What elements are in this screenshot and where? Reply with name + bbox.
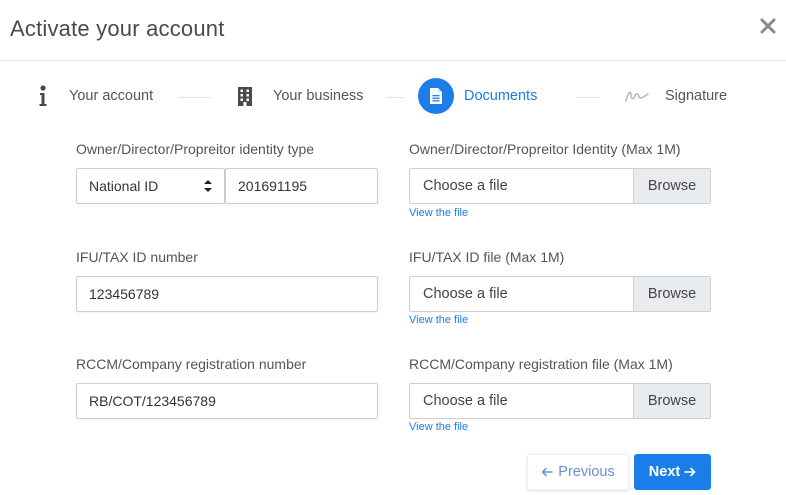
step-connector [386, 97, 404, 98]
step-your-account[interactable]: Your account [34, 78, 153, 114]
previous-button[interactable]: Previous [527, 454, 629, 490]
browse-button[interactable]: Browse [633, 169, 710, 203]
next-button[interactable]: Next [634, 454, 711, 490]
tax-number-input[interactable] [76, 276, 378, 312]
step-connector [576, 97, 600, 98]
identity-file-input[interactable]: Choose a file Browse [409, 168, 711, 204]
identity-number-input[interactable] [225, 168, 378, 204]
step-label: Documents [464, 88, 538, 104]
file-placeholder: Choose a file [423, 178, 508, 194]
view-rccm-file-link[interactable]: View the file [409, 421, 468, 433]
next-label: Next [648, 464, 681, 480]
browse-button[interactable]: Browse [633, 384, 710, 418]
header-divider [0, 60, 786, 61]
building-icon [236, 86, 254, 106]
step-label: Your business [273, 88, 364, 104]
arrow-left-icon [541, 467, 554, 477]
step-label: Your account [69, 88, 154, 104]
file-placeholder: Choose a file [423, 286, 508, 302]
rccm-file-input[interactable]: Choose a file Browse [409, 383, 711, 419]
rccm-file-label: RCCM/Company registration file (Max 1M) [409, 356, 673, 372]
file-placeholder: Choose a file [423, 393, 508, 409]
step-label: Signature [665, 88, 728, 104]
tax-number-label: IFU/TAX ID number [76, 249, 198, 265]
select-caret-icon [204, 179, 212, 196]
identity-type-select[interactable]: National ID [76, 168, 225, 204]
identity-type-selected: National ID [89, 178, 159, 194]
document-icon [430, 88, 442, 104]
arrow-right-icon [684, 467, 696, 477]
browse-button[interactable]: Browse [633, 277, 710, 311]
rccm-number-input[interactable] [76, 383, 378, 419]
step-your-business[interactable]: Your business [236, 78, 364, 114]
previous-label: Previous [558, 464, 615, 480]
step-signature[interactable]: Signature [624, 78, 727, 114]
tax-file-label: IFU/TAX ID file (Max 1M) [409, 249, 565, 265]
identity-type-label: Owner/Director/Propreitor identity type [76, 141, 315, 157]
close-icon [760, 18, 776, 34]
step-documents[interactable]: Documents [418, 78, 537, 114]
modal-title: Activate your account [10, 16, 225, 41]
close-button[interactable] [758, 14, 778, 38]
signature-icon [624, 88, 650, 104]
info-icon [34, 85, 52, 107]
rccm-number-label: RCCM/Company registration number [76, 356, 307, 372]
view-tax-file-link[interactable]: View the file [409, 314, 468, 326]
view-identity-file-link[interactable]: View the file [409, 207, 468, 219]
tax-file-input[interactable]: Choose a file Browse [409, 276, 711, 312]
step-active-indicator [418, 78, 454, 114]
identity-file-label: Owner/Director/Propreitor Identity (Max … [409, 141, 681, 157]
step-connector [178, 97, 211, 98]
